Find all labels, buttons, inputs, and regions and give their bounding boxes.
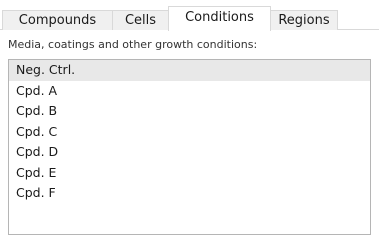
- tab-cells[interactable]: Cells: [112, 10, 169, 30]
- tab-regions[interactable]: Regions: [270, 10, 338, 30]
- list-item-neg-ctrl[interactable]: Neg. Ctrl.: [9, 60, 370, 81]
- list-item-cpd-f[interactable]: Cpd. F: [9, 183, 370, 204]
- tab-conditions[interactable]: Conditions: [168, 6, 271, 31]
- list-item-cpd-d[interactable]: Cpd. D: [9, 142, 370, 163]
- list-item-cpd-a[interactable]: Cpd. A: [9, 81, 370, 102]
- conditions-window: Compounds Cells Conditions Regions Media…: [0, 0, 379, 241]
- list-item-cpd-b[interactable]: Cpd. B: [9, 101, 370, 122]
- conditions-description: Media, coatings and other growth conditi…: [8, 38, 258, 51]
- list-item-cpd-c[interactable]: Cpd. C: [9, 122, 370, 143]
- tab-compounds[interactable]: Compounds: [2, 10, 113, 30]
- list-item-cpd-e[interactable]: Cpd. E: [9, 163, 370, 184]
- tab-strip: Compounds Cells Conditions Regions: [0, 6, 379, 31]
- conditions-listbox[interactable]: Neg. Ctrl. Cpd. A Cpd. B Cpd. C Cpd. D C…: [8, 59, 371, 235]
